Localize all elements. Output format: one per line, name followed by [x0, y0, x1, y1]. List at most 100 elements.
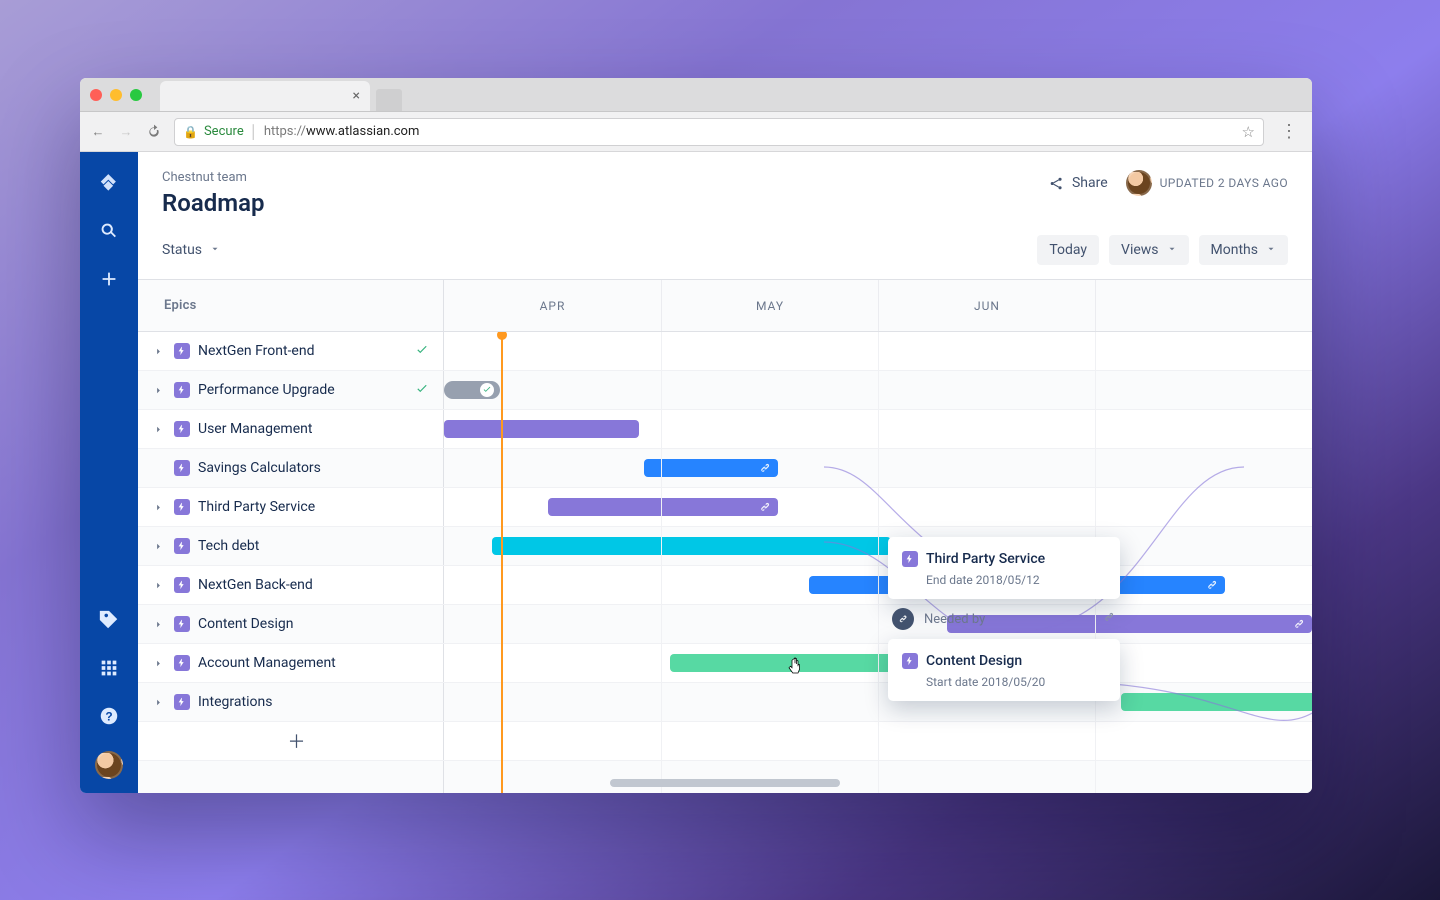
expand-icon[interactable] [150, 619, 166, 630]
close-tab-icon[interactable]: × [353, 88, 360, 104]
epic-icon [174, 538, 190, 554]
timeline-cell[interactable] [444, 410, 1312, 448]
bookmark-star-icon[interactable]: ☆ [1242, 123, 1255, 141]
timeline-cell[interactable] [444, 683, 1312, 721]
epic-name: Third Party Service [198, 499, 315, 515]
epic-icon [174, 577, 190, 593]
today-button[interactable]: Today [1037, 235, 1099, 265]
help-icon[interactable] [96, 703, 122, 729]
epic-icon [174, 421, 190, 437]
chevron-down-icon [210, 244, 220, 257]
lock-icon: 🔒 [183, 125, 198, 139]
nav-reload-icon[interactable] [146, 124, 162, 140]
expand-icon[interactable] [150, 385, 166, 396]
secure-label: Secure [204, 124, 244, 139]
plus-icon: ＋ [288, 728, 306, 754]
window-controls[interactable] [90, 89, 142, 101]
cursor-icon [786, 657, 804, 677]
timeline-cell[interactable] [444, 371, 1312, 409]
month-jun: JUN [878, 280, 1095, 331]
expand-icon[interactable] [150, 346, 166, 357]
updater-avatar[interactable] [1126, 170, 1152, 196]
epic-cell[interactable]: Integrations [138, 683, 444, 721]
timescale-dropdown[interactable]: Months [1199, 235, 1288, 265]
epic-bar[interactable] [492, 537, 891, 555]
share-icon [1048, 175, 1065, 192]
minimize-window-icon[interactable] [110, 89, 122, 101]
epic-row: Content Design [138, 605, 1312, 644]
close-window-icon[interactable] [90, 89, 102, 101]
epic-icon [174, 343, 190, 359]
expand-icon[interactable] [150, 580, 166, 591]
app-shell: Chestnut team Roadmap Share UPDATED 2 DA… [80, 152, 1312, 793]
notifications-icon[interactable] [96, 607, 122, 633]
link-icon [1292, 617, 1306, 631]
unlink-icon[interactable] [1102, 610, 1116, 628]
expand-icon[interactable] [150, 697, 166, 708]
roadmap-body: NextGen Front-end Performance Upgrade User… [138, 332, 1312, 793]
epic-name: Account Management [198, 655, 336, 671]
timeline-header: APR MAY JUN [444, 280, 1312, 331]
epic-cell[interactable]: Third Party Service [138, 488, 444, 526]
create-icon[interactable] [96, 266, 122, 292]
epic-name: Savings Calculators [198, 460, 321, 476]
global-sidebar [80, 152, 138, 793]
epic-name: Tech debt [198, 538, 259, 554]
epic-bar[interactable] [548, 498, 778, 516]
epic-name: NextGen Front-end [198, 343, 314, 359]
epic-bar[interactable] [444, 381, 500, 399]
search-icon[interactable] [96, 218, 122, 244]
roadmap-grid: Epics APR MAY JUN NextGen Front-endPerfo… [138, 279, 1312, 793]
epic-cell[interactable]: Content Design [138, 605, 444, 643]
page-title: Roadmap [162, 189, 264, 217]
breadcrumb[interactable]: Chestnut team [162, 170, 264, 185]
timeline-cell[interactable] [444, 566, 1312, 604]
views-dropdown[interactable]: Views [1109, 235, 1189, 265]
expand-icon[interactable] [150, 424, 166, 435]
timeline-cell[interactable] [444, 644, 1312, 682]
epic-cell[interactable]: Savings Calculators [138, 449, 444, 487]
dependency-card-source[interactable]: Third Party Service End date 2018/05/12 [888, 537, 1120, 599]
epic-cell[interactable]: Performance Upgrade [138, 371, 444, 409]
expand-icon[interactable] [150, 502, 166, 513]
app-switcher-icon[interactable] [96, 655, 122, 681]
epic-cell[interactable]: NextGen Back-end [138, 566, 444, 604]
epic-name: Integrations [198, 694, 272, 710]
timeline-cell[interactable] [444, 605, 1312, 643]
browser-tabbar: × [80, 78, 1312, 112]
epic-cell[interactable]: User Management [138, 410, 444, 448]
share-button[interactable]: Share [1048, 175, 1108, 192]
browser-tab[interactable]: × [160, 81, 370, 111]
dependency-card-target[interactable]: Content Design Start date 2018/05/20 [888, 639, 1120, 701]
profile-avatar[interactable] [95, 751, 123, 779]
browser-toolbar: ← → 🔒 Secure │ https://www.atlassian.com… [80, 112, 1312, 152]
product-logo-icon[interactable] [96, 170, 122, 196]
timeline-cell[interactable] [444, 449, 1312, 487]
epic-bar[interactable] [444, 420, 639, 438]
epic-bar[interactable] [644, 459, 779, 477]
epic-cell[interactable]: Account Management [138, 644, 444, 682]
epic-bar[interactable] [1121, 693, 1312, 711]
horizontal-scrollbar[interactable] [610, 779, 840, 787]
epic-name: NextGen Back-end [198, 577, 313, 593]
epic-row: User Management [138, 410, 1312, 449]
add-epic-button[interactable]: ＋ [138, 722, 444, 760]
browser-menu-icon[interactable]: ⋮ [1276, 121, 1302, 142]
epic-cell[interactable]: NextGen Front-end [138, 332, 444, 370]
epic-name: Performance Upgrade [198, 382, 335, 398]
chevron-down-icon [1167, 244, 1177, 257]
expand-icon[interactable] [150, 658, 166, 669]
epic-icon [174, 382, 190, 398]
new-tab-button[interactable] [376, 89, 402, 111]
timeline-cell[interactable] [444, 527, 1312, 565]
epic-icon [174, 499, 190, 515]
epic-cell[interactable]: Tech debt [138, 527, 444, 565]
nav-back-icon[interactable]: ← [90, 124, 106, 140]
maximize-window-icon[interactable] [130, 89, 142, 101]
timeline-cell[interactable] [444, 488, 1312, 526]
epic-row: Integrations [138, 683, 1312, 722]
expand-icon[interactable] [150, 541, 166, 552]
timeline-cell[interactable] [444, 332, 1312, 370]
status-filter[interactable]: Status [162, 242, 220, 258]
address-bar[interactable]: 🔒 Secure │ https://www.atlassian.com ☆ [174, 118, 1264, 146]
